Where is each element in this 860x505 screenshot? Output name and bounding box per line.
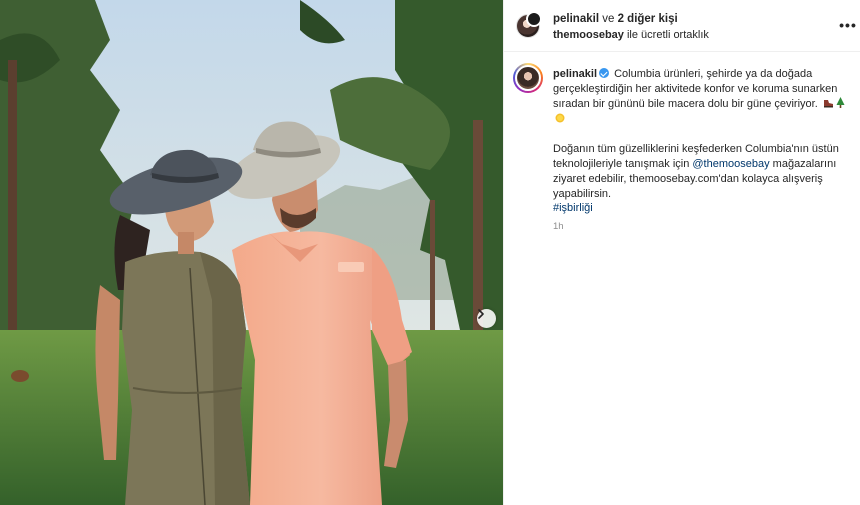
chevron-right-icon xyxy=(478,309,484,319)
mention-link[interactable]: @themoosebay xyxy=(692,158,769,170)
author-avatar[interactable] xyxy=(516,11,542,38)
caption-text: pelinakil Columbia ürünleri, şehirde ya … xyxy=(553,67,853,235)
partner-username[interactable]: themoosebay xyxy=(553,29,624,41)
more-options-icon[interactable]: ••• xyxy=(839,17,857,33)
paid-partnership-line: themoosebay ile ücretli ortaklık xyxy=(553,29,709,41)
hiking-boot-emoji xyxy=(823,98,834,113)
post-photo[interactable] xyxy=(0,0,503,505)
coauthors-link[interactable]: 2 diğer kişi xyxy=(618,13,678,25)
next-photo-button[interactable] xyxy=(477,309,496,328)
paid-partnership-label: ile ücretli ortaklık xyxy=(623,29,709,41)
post-side-panel: pelinakil ve 2 diğer kişi themoosebay il… xyxy=(503,0,860,505)
author-line: pelinakil ve 2 diğer kişi xyxy=(553,13,678,25)
author-username[interactable]: pelinakil xyxy=(553,13,599,25)
evergreen-tree-emoji xyxy=(836,96,845,113)
post-header: pelinakil ve 2 diğer kişi themoosebay il… xyxy=(504,0,860,52)
caption-paragraph-2: Doğanın tüm güzelliklerini keşfederken C… xyxy=(553,142,853,216)
caption-avatar-image xyxy=(515,65,541,91)
post-timestamp[interactable]: 1h xyxy=(553,220,853,235)
hashtag-link[interactable]: #işbirliği xyxy=(553,202,593,214)
sun-emoji xyxy=(555,113,565,128)
verified-badge-icon xyxy=(599,68,610,78)
author-connector: ve xyxy=(599,13,618,25)
caption-avatar[interactable] xyxy=(513,63,543,93)
caption-username[interactable]: pelinakil xyxy=(553,68,597,80)
photo-illustration xyxy=(0,0,503,505)
caption-paragraph-1: pelinakil Columbia ürünleri, şehirde ya … xyxy=(553,67,853,128)
